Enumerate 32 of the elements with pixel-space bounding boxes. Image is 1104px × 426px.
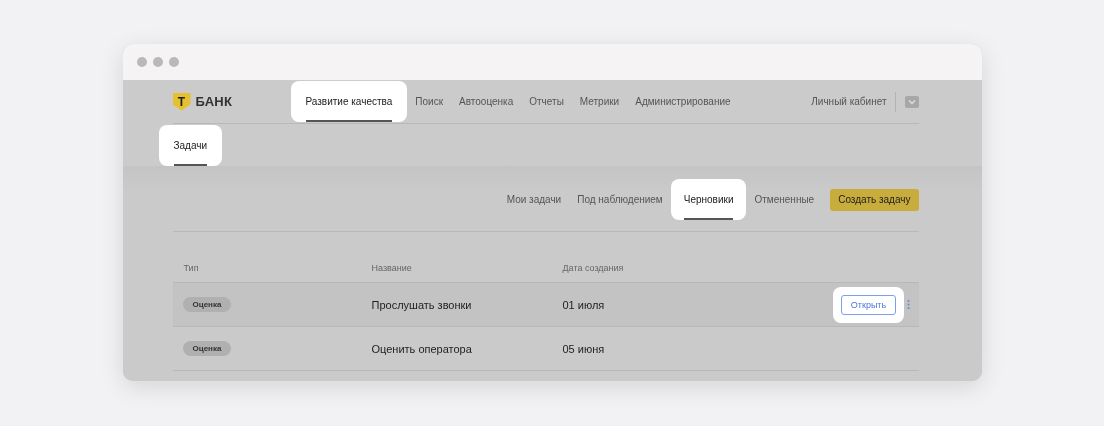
column-header: Тип <box>183 263 200 273</box>
type-tag: Оценка <box>182 341 232 356</box>
type-tag: Оценка <box>182 297 232 312</box>
tab[interactable]: Мои задачи <box>498 194 570 205</box>
tab[interactable]: Черновики <box>670 179 747 220</box>
table-row[interactable]: Оценка Оценить оператора 05 июня <box>172 327 919 371</box>
tab[interactable]: Отмененные <box>746 194 823 205</box>
nav-item[interactable]: Администрирование <box>627 96 739 107</box>
table-row[interactable]: Оценка Прослушать звонки 01 июля Открыть <box>172 283 919 327</box>
nav-item[interactable]: Развитие качества <box>290 81 408 122</box>
account-link[interactable]: Личный кабинет <box>811 91 896 112</box>
subnav-item[interactable]: Задачи <box>158 124 223 166</box>
nav-item[interactable]: Автооценка <box>451 96 522 107</box>
create-task-button[interactable]: Создать задачу <box>830 188 919 211</box>
tab[interactable]: Под наблюдением <box>569 194 671 205</box>
window-control-icon[interactable] <box>168 57 179 67</box>
nav-item[interactable]: Отчеты <box>521 96 572 107</box>
table-cell-text: 05 июня <box>562 342 606 355</box>
table-cell-text: 01 июля <box>562 298 606 311</box>
more-icon[interactable] <box>907 300 910 309</box>
logo-text: БАНК <box>195 94 233 109</box>
dropdown-caret-icon[interactable] <box>904 95 919 108</box>
column-header: Название <box>371 263 413 273</box>
logo-mark: Т <box>172 92 191 111</box>
open-button[interactable]: Открыть <box>840 294 897 315</box>
column-header: Дата создания <box>562 263 625 273</box>
nav-item[interactable]: Метрики <box>571 96 628 107</box>
nav-item[interactable]: Поиск <box>407 96 452 107</box>
window-control-icon[interactable] <box>152 57 163 67</box>
table-cell-text: Оценить оператора <box>371 342 473 355</box>
window-control-icon[interactable] <box>136 57 147 67</box>
table-cell-text: Прослушать звонки <box>371 298 473 311</box>
